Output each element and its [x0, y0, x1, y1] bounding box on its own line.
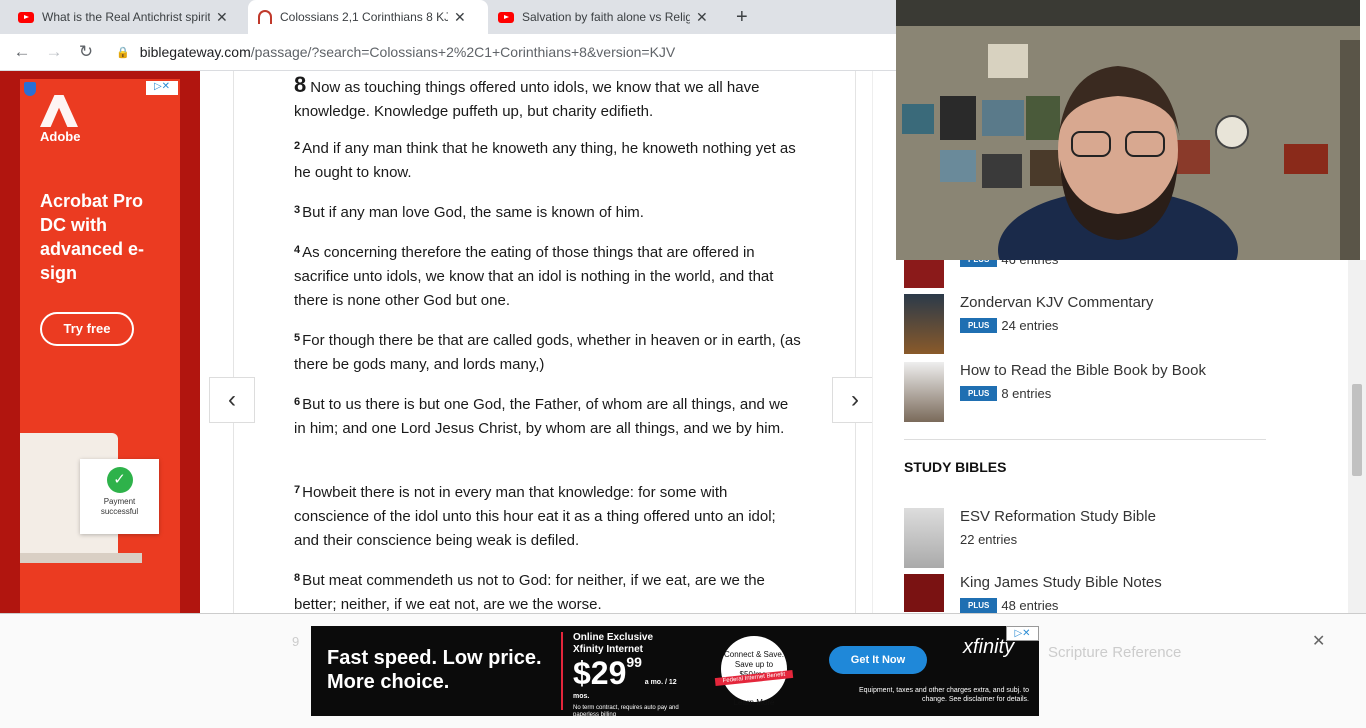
verse-4: 4 As concerning therefore the eating of t… [294, 241, 804, 313]
verse-number: 3 [294, 204, 301, 216]
ad-separator [561, 632, 563, 710]
verse-text: And if any man think that he knoweth any… [294, 140, 796, 181]
book-cover [904, 508, 944, 568]
verse-number: 7 [294, 484, 301, 496]
plus-badge: PLUS [960, 318, 998, 333]
verse-1: 8 Now as touching things offered unto ido… [294, 73, 804, 124]
verse-5: 5 For though there be that are called god… [294, 329, 804, 377]
close-ad-icon[interactable]: ✕ [1312, 631, 1325, 651]
badge-footer: Learn More [733, 698, 775, 707]
verse-number: 2 [294, 140, 301, 152]
offer-line-1: Online Exclusive [573, 632, 654, 643]
offer-price: $29 [573, 655, 627, 691]
left-ad[interactable]: ▷✕ Adobe Acrobat Pro DC with advanced e-… [20, 79, 180, 613]
webcam-overlay [896, 0, 1360, 260]
ad-headline: Acrobat Pro DC with advanced e-sign [40, 191, 145, 283]
entry-count: 8 entries [1001, 386, 1052, 401]
book-cover [904, 362, 944, 422]
reload-icon[interactable]: ↻ [70, 42, 102, 62]
xfinity-ad[interactable]: Fast speed. Low price. More choice. Onli… [311, 626, 1039, 719]
passage-column: 8 Now as touching things offered unto ido… [233, 71, 856, 613]
new-tab-button[interactable]: + [736, 6, 748, 29]
forward-arrow-icon[interactable]: → [38, 42, 70, 62]
resource-title[interactable]: How to Read the Bible Book by Book [960, 362, 1206, 379]
faded-sidebar-item: Scripture Reference [1048, 644, 1182, 661]
back-arrow-icon[interactable]: ← [6, 42, 38, 62]
youtube-icon [498, 11, 514, 23]
plus-badge: PLUS [960, 386, 998, 401]
tab-close-icon[interactable]: ✕ [696, 9, 708, 26]
adchoices-icon[interactable]: ▷✕ [1006, 626, 1039, 641]
verse-3: 3 But if any man love God, the same is kn… [294, 201, 804, 225]
check-icon: ✓ [106, 467, 133, 493]
tab-title: Colossians 2,1 Corinthians 8 KJV [280, 10, 448, 24]
verse-number: 4 [294, 244, 301, 256]
verse-6: 6 But to us there is but one God, the Fat… [294, 393, 804, 441]
tab-strip: What is the Real Antichrist spirit ✕ Col… [0, 0, 896, 34]
adchoices-icon[interactable]: ▷✕ [146, 81, 178, 95]
chapter-number: 8 [294, 72, 307, 97]
ad-headline: Fast speed. Low price. More choice. [327, 647, 542, 693]
tab-colossians[interactable]: Colossians 2,1 Corinthians 8 KJV ✕ [248, 0, 488, 34]
entry-count: 22 entries [960, 532, 1018, 547]
tab-close-icon[interactable]: ✕ [216, 9, 228, 26]
resource-title[interactable]: Zondervan KJV Commentary [960, 294, 1153, 311]
tab-salvation[interactable]: Salvation by faith alone vs Religi ✕ [488, 0, 728, 34]
verse-8: 8 But meat commendeth us not to God: for … [294, 569, 804, 617]
verse-text: Now as touching things offered unto idol… [294, 79, 760, 120]
chevron-left-icon: ‹ [228, 386, 236, 413]
verse-number: 6 [294, 396, 301, 408]
verse-number: 8 [294, 572, 301, 584]
verse-2: 2 And if any man think that he knoweth an… [294, 137, 804, 185]
lock-icon[interactable]: 🔒 [116, 46, 130, 59]
laptop-base [20, 553, 142, 563]
verse-text: For though there be that are called gods… [294, 332, 801, 373]
webcam-video [896, 0, 1360, 260]
verse-text: As concerning therefore the eating of th… [294, 244, 774, 309]
address-bar: ← → ↻ 🔒 biblegateway.com/passage/?search… [0, 34, 896, 71]
tab-title: Salvation by faith alone vs Religi [522, 10, 690, 24]
ad-brand: Adobe [40, 129, 81, 144]
url-host: biblegateway.com [139, 44, 251, 60]
entry-count: 24 entries [1001, 318, 1059, 333]
entry-count: 48 entries [1001, 598, 1059, 613]
payment-text: Payment successful [100, 497, 139, 516]
payment-card: ✓ Payment successful [80, 459, 159, 534]
resource-title[interactable]: ESV Reformation Study Bible [960, 508, 1156, 525]
url-path: /passage/?search=Colossians+2%2C1+Corint… [250, 44, 676, 60]
scrollbar-thumb[interactable] [1352, 384, 1362, 476]
verse-text: But meat commendeth us not to God: for n… [294, 572, 765, 613]
ad-disclaimer: Equipment, taxes and other charges extra… [858, 687, 1029, 703]
offer-price-cents: 99 [626, 654, 642, 670]
youtube-icon [18, 11, 34, 23]
study-bibles-heading: STUDY BIBLES [904, 459, 1007, 475]
verse-text: But to us there is but one God, the Fath… [294, 396, 789, 437]
book-cover [904, 294, 944, 354]
previous-chapter-button[interactable]: ‹ [209, 377, 255, 423]
chevron-right-icon: › [851, 386, 859, 413]
verse-number: 5 [294, 332, 301, 344]
verse-7: 7 Howbeit there is not in every man that … [294, 481, 804, 553]
sidebar-divider [904, 439, 1266, 440]
offer-terms: No term contract, requires auto pay and … [573, 705, 679, 718]
plus-badge: PLUS [960, 598, 998, 613]
tab-title: What is the Real Antichrist spirit [42, 10, 210, 24]
resource-title[interactable]: King James Study Bible Notes [960, 574, 1162, 591]
faded-verse-number: 9 [292, 634, 300, 649]
try-free-button[interactable]: Try free [40, 312, 134, 346]
ad-offer: Online Exclusive Xfinity Internet $2999 … [573, 632, 689, 719]
shield-icon [24, 82, 36, 96]
verse-text: But if any man love God, the same is kno… [302, 204, 644, 221]
book-cover [904, 574, 944, 612]
url-field[interactable]: biblegateway.com/passage/?search=Colossi… [140, 44, 676, 60]
biblegateway-icon [258, 10, 272, 24]
tab-antichrist[interactable]: What is the Real Antichrist spirit ✕ [8, 0, 248, 34]
verse-text: Howbeit there is not in every man that k… [294, 484, 776, 549]
tab-close-icon[interactable]: ✕ [454, 9, 466, 26]
get-it-now-button[interactable]: Get It Now [829, 646, 927, 674]
adobe-logo-icon [40, 95, 78, 127]
save-badge: Connect & Save. Save up to $50/mo. Learn… [721, 636, 787, 707]
